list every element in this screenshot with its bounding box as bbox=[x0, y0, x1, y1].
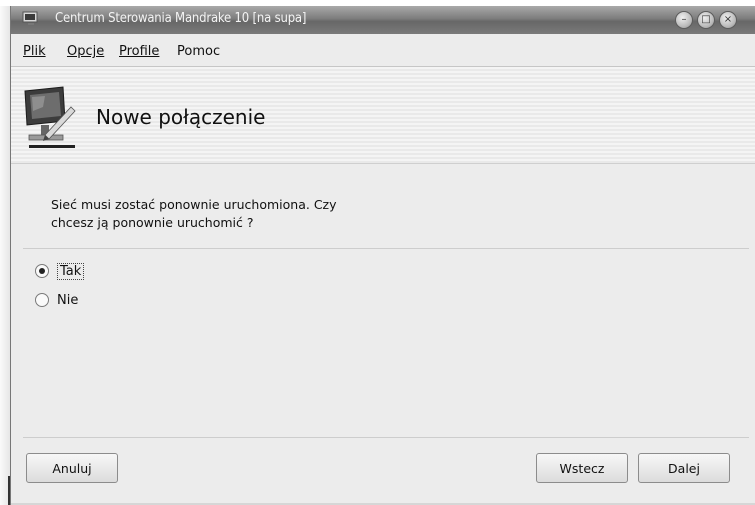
app-icon[interactable] bbox=[21, 11, 41, 27]
maximize-button[interactable]: □ bbox=[697, 11, 715, 29]
menu-profile[interactable]: Profile bbox=[119, 44, 159, 59]
menu-plik[interactable]: Plik bbox=[23, 44, 46, 59]
close-icon: × bbox=[723, 14, 733, 25]
wizard-header: Nowe połączenie bbox=[11, 67, 755, 164]
option-nie[interactable]: Nie bbox=[35, 290, 78, 310]
menu-pomoc[interactable]: Pomoc bbox=[177, 44, 220, 59]
option-tak[interactable]: Tak bbox=[35, 261, 85, 281]
menu-pomoc-label: Pomoc bbox=[177, 44, 221, 59]
maximize-icon: □ bbox=[701, 14, 711, 25]
page-title: Nowe połączenie bbox=[96, 105, 266, 129]
restart-question: Sieć musi zostać ponownie uruchomiona. C… bbox=[51, 197, 337, 230]
divider bbox=[23, 248, 749, 249]
window-title: Centrum Sterowania Mandrake 10 [na supa] bbox=[55, 11, 307, 26]
title-bar[interactable]: Centrum Sterowania Mandrake 10 [na supa]… bbox=[11, 6, 755, 34]
radio-nie[interactable] bbox=[35, 293, 49, 307]
radio-tak[interactable] bbox=[35, 264, 49, 278]
menu-plik-label: Plik bbox=[23, 44, 46, 59]
close-button[interactable]: × bbox=[719, 11, 737, 29]
menu-bar: Plik Opcje Profile Pomoc bbox=[11, 34, 755, 67]
wizard-window: Centrum Sterowania Mandrake 10 [na supa]… bbox=[10, 6, 755, 505]
minimize-icon: – bbox=[681, 14, 687, 25]
network-computer-icon bbox=[24, 86, 76, 148]
cancel-button[interactable]: Anuluj bbox=[26, 453, 118, 483]
background-window-edge bbox=[0, 6, 10, 505]
back-button[interactable]: Wstecz bbox=[536, 453, 628, 483]
option-tak-label: Tak bbox=[57, 262, 85, 280]
option-nie-label: Nie bbox=[57, 292, 79, 308]
menu-opcje[interactable]: Opcje bbox=[67, 44, 104, 59]
next-button[interactable]: Dalej bbox=[638, 453, 730, 483]
menu-profile-label: Profile bbox=[119, 44, 160, 59]
divider bbox=[23, 437, 749, 438]
minimize-button[interactable]: – bbox=[675, 11, 693, 29]
menu-opcje-label: Opcje bbox=[67, 44, 105, 59]
